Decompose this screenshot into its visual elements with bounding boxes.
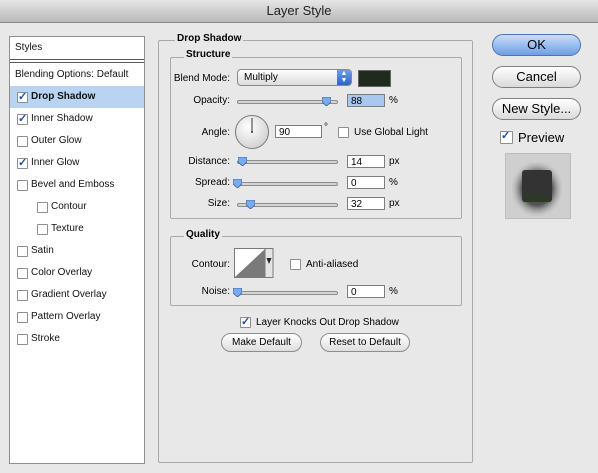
angle-unit: ° xyxy=(324,122,328,133)
opacity-label: Opacity: xyxy=(193,95,230,106)
contour-picker[interactable] xyxy=(234,248,274,278)
styles-item-pattern-overlay[interactable]: Pattern Overlay xyxy=(10,306,144,328)
style-label: Stroke xyxy=(31,333,60,344)
style-checkbox[interactable] xyxy=(37,224,48,235)
style-label: Blending Options: Default xyxy=(15,69,129,80)
drop-shadow-title: Drop Shadow xyxy=(175,33,244,44)
use-global-light-checkbox[interactable] xyxy=(338,127,349,138)
window-title-bar: Layer Style xyxy=(0,0,598,23)
styles-header-label: Styles xyxy=(15,42,43,53)
new-style-button[interactable]: New Style... xyxy=(492,98,581,120)
window-title: Layer Style xyxy=(266,3,332,18)
noise-unit: % xyxy=(389,286,398,297)
preview-checkbox[interactable] xyxy=(500,129,513,144)
style-checkbox[interactable] xyxy=(17,156,28,170)
styles-item-inner-shadow[interactable]: Inner Shadow xyxy=(10,108,144,130)
cancel-button[interactable]: Cancel xyxy=(492,66,581,88)
size-slider-thumb[interactable] xyxy=(246,200,256,209)
distance-input[interactable]: 14 xyxy=(347,155,385,168)
style-label: Contour xyxy=(51,201,87,212)
spread-slider-track[interactable] xyxy=(237,182,338,186)
spread-label: Spread: xyxy=(194,177,230,188)
style-label: Gradient Overlay xyxy=(31,289,107,300)
ok-button[interactable]: OK xyxy=(492,34,581,56)
style-label: Texture xyxy=(51,223,84,234)
knockout-checkbox[interactable] xyxy=(240,315,251,329)
blend-mode-label: Blend Mode: xyxy=(173,73,230,84)
quality-title: Quality xyxy=(184,229,222,240)
knockout-label: Layer Knocks Out Drop Shadow xyxy=(256,317,399,328)
style-checkbox[interactable] xyxy=(17,312,28,323)
anti-aliased-label: Anti-aliased xyxy=(306,259,359,270)
style-checkbox[interactable] xyxy=(37,202,48,213)
styles-item-bevel-and-emboss[interactable]: Bevel and Emboss xyxy=(10,174,144,196)
style-checkbox[interactable] xyxy=(17,334,28,345)
angle-dial[interactable] xyxy=(234,114,270,150)
styles-item-contour[interactable]: Contour xyxy=(10,196,144,218)
opacity-unit: % xyxy=(389,95,398,106)
contour-preview-icon xyxy=(234,248,274,278)
contour-label: Contour: xyxy=(191,259,230,270)
distance-slider-thumb[interactable] xyxy=(238,157,248,166)
style-checkbox[interactable] xyxy=(17,290,28,301)
select-arrows-icon: ▲ ▼ xyxy=(337,70,351,85)
styles-item-inner-glow[interactable]: Inner Glow xyxy=(10,152,144,174)
style-label: Outer Glow xyxy=(31,135,82,146)
anti-aliased-checkbox[interactable] xyxy=(290,259,301,270)
blend-mode-value: Multiply xyxy=(244,72,278,83)
style-label: Inner Glow xyxy=(31,157,80,168)
style-checkbox[interactable] xyxy=(17,268,28,279)
style-label: Drop Shadow xyxy=(31,91,96,102)
style-label: Pattern Overlay xyxy=(31,311,101,322)
angle-input[interactable]: 90 xyxy=(275,125,322,138)
style-label: Bevel and Emboss xyxy=(31,179,115,190)
styles-item-color-overlay[interactable]: Color Overlay xyxy=(10,262,144,284)
styles-header-divider xyxy=(10,59,144,60)
structure-title: Structure xyxy=(184,49,233,60)
noise-label: Noise: xyxy=(201,286,230,297)
styles-item-drop-shadow[interactable]: Drop Shadow xyxy=(10,86,144,108)
style-checkbox[interactable] xyxy=(17,246,28,257)
size-unit: px xyxy=(389,198,400,209)
reset-to-default-button[interactable]: Reset to Default xyxy=(320,333,410,352)
spread-unit: % xyxy=(389,177,398,188)
styles-item-outer-glow[interactable]: Outer Glow xyxy=(10,130,144,152)
styles-header-divider-2 xyxy=(10,62,144,63)
preview-thumbnail xyxy=(505,153,571,219)
style-label: Satin xyxy=(31,245,54,256)
styles-item-satin[interactable]: Satin xyxy=(10,240,144,262)
noise-slider-thumb[interactable] xyxy=(233,288,242,297)
styles-list-header[interactable]: Styles xyxy=(10,37,144,59)
distance-slider-track[interactable] xyxy=(237,160,338,164)
styles-item-texture[interactable]: Texture xyxy=(10,218,144,240)
style-checkbox[interactable] xyxy=(17,90,28,104)
opacity-input[interactable]: 88 xyxy=(347,94,385,107)
styles-list: Styles Blending Options: Default Drop Sha… xyxy=(9,36,145,464)
styles-item-gradient-overlay[interactable]: Gradient Overlay xyxy=(10,284,144,306)
distance-unit: px xyxy=(389,156,400,167)
styles-item-stroke[interactable]: Stroke xyxy=(10,328,144,350)
size-input[interactable]: 32 xyxy=(347,197,385,210)
make-default-button[interactable]: Make Default xyxy=(221,333,302,352)
size-label: Size: xyxy=(207,198,230,209)
shadow-color-swatch[interactable] xyxy=(358,70,391,87)
blend-mode-select[interactable]: Multiply ▲ ▼ xyxy=(237,69,352,86)
use-global-light-label: Use Global Light xyxy=(354,127,428,138)
angle-dial-icon xyxy=(235,115,269,149)
style-label: Inner Shadow xyxy=(31,113,93,124)
distance-label: Distance: xyxy=(188,156,230,167)
noise-input[interactable]: 0 xyxy=(347,285,385,298)
style-checkbox[interactable] xyxy=(17,112,28,126)
preview-label: Preview xyxy=(518,130,565,145)
style-label: Color Overlay xyxy=(31,267,93,278)
noise-slider-track[interactable] xyxy=(237,291,338,295)
styles-item-blending-options-default[interactable]: Blending Options: Default xyxy=(10,64,144,86)
preview-swatch-icon xyxy=(512,162,562,216)
style-checkbox[interactable] xyxy=(17,136,28,147)
spread-slider-thumb[interactable] xyxy=(233,179,242,188)
style-checkbox[interactable] xyxy=(17,180,28,191)
angle-label: Angle: xyxy=(201,127,230,138)
spread-input[interactable]: 0 xyxy=(347,176,385,189)
opacity-slider-thumb[interactable] xyxy=(321,97,331,106)
